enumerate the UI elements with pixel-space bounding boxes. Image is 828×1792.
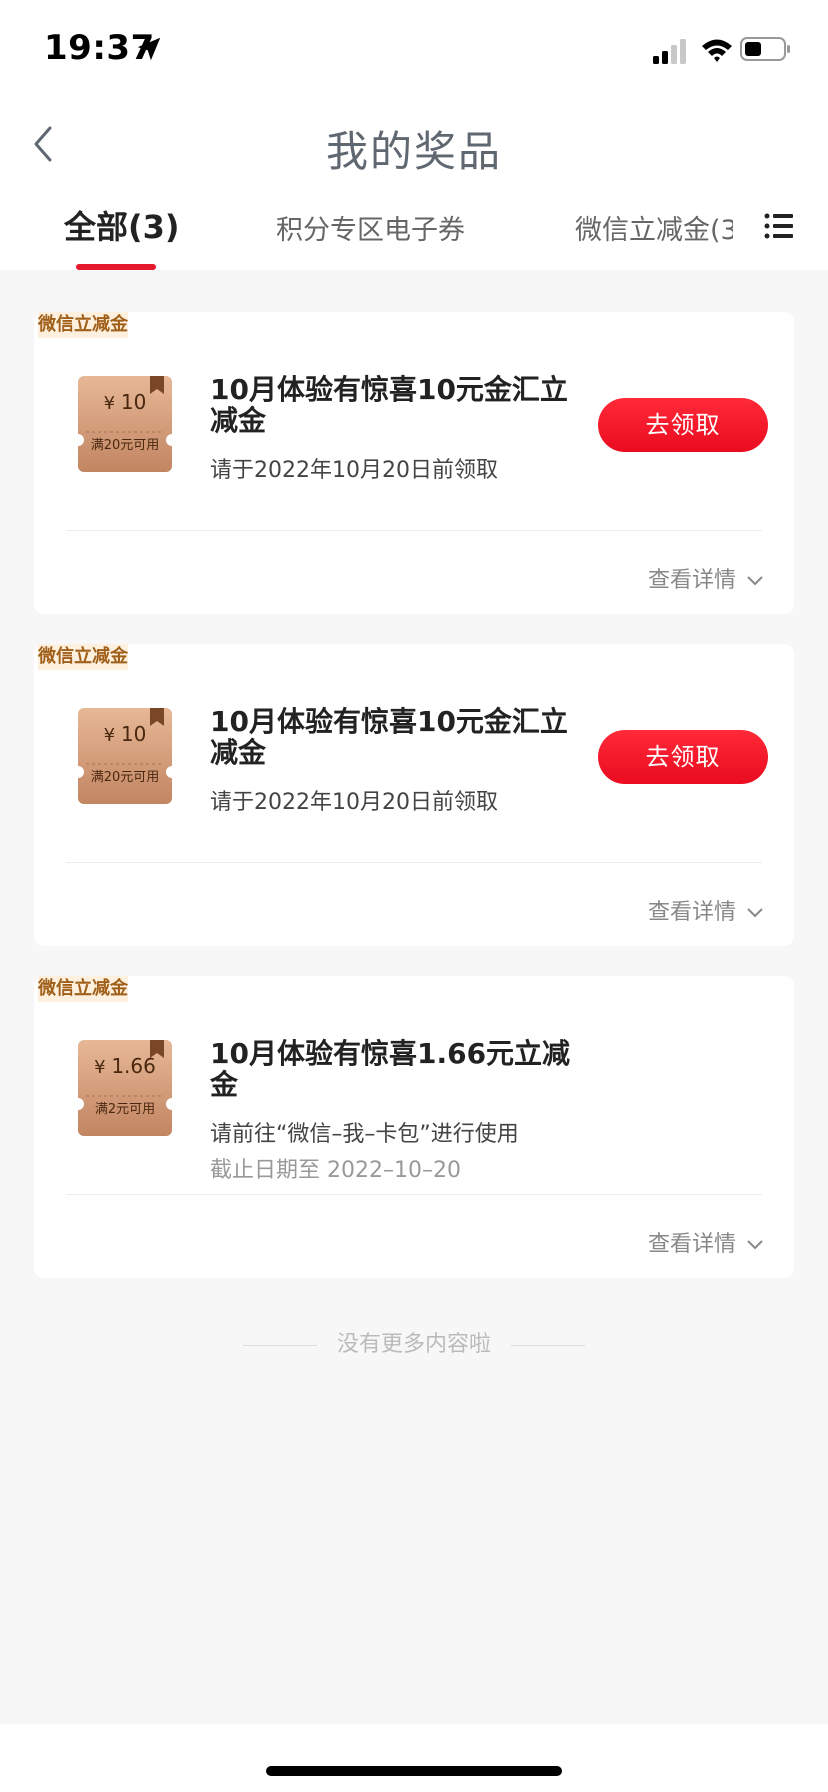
view-details-label: 查看详情	[647, 568, 736, 593]
coupon-condition: 满2元可用	[94, 1102, 156, 1117]
tab-wechat-discount[interactable]: 微信立减金(3)	[575, 208, 733, 247]
prize-expiry-date: 截止日期至 2022–10–20	[210, 1158, 461, 1183]
navigation-bar: 我的奖品 全部(3) 积分专区电子券 微信立减金(3)	[0, 100, 828, 270]
prize-deadline: 请于2022年10月20日前领取	[210, 458, 498, 483]
no-more-content: 没有更多内容啦	[0, 1326, 828, 1358]
prize-card: 微信立减金 ¥ 10 满20元可用 10月体验有惊喜10元金汇立减金 请于202…	[34, 644, 794, 946]
claim-button[interactable]: 去领取	[598, 398, 768, 452]
view-details-label: 查看详情	[647, 900, 736, 925]
divider-left	[242, 1344, 317, 1346]
view-details-link[interactable]: 查看详情	[648, 562, 764, 594]
tab-points-ecoupon[interactable]: 积分专区电子券	[276, 208, 465, 247]
view-details-link[interactable]: 查看详情	[648, 1226, 764, 1258]
coupon-currency: ¥	[103, 393, 116, 414]
page-title: 我的奖品	[325, 127, 502, 176]
coupon-condition: 满20元可用	[90, 438, 160, 453]
no-more-label: 没有更多内容啦	[336, 1332, 491, 1357]
coupon-condition: 满20元可用	[90, 770, 160, 785]
tab-all[interactable]: 全部(3)	[64, 202, 180, 248]
divider-right	[511, 1344, 585, 1346]
view-details-link[interactable]: 查看详情	[648, 894, 764, 926]
coupon-value: 1.66	[111, 1054, 156, 1078]
home-indicator[interactable]	[266, 1766, 562, 1776]
coupon-thumbnail: ¥ 1.66 满2元可用	[78, 1040, 172, 1136]
battery-icon	[740, 37, 790, 61]
coupon-value: 10	[120, 390, 147, 414]
location-arrow-icon	[137, 37, 161, 61]
coupon-amount: ¥ 10	[78, 390, 172, 414]
divider	[66, 530, 762, 531]
coupon-amount: ¥ 1.66	[78, 1054, 172, 1078]
coupon-thumbnail: ¥ 10 满20元可用	[78, 708, 172, 804]
prize-deadline: 请于2022年10月20日前领取	[210, 790, 498, 815]
chevron-down-icon	[747, 576, 763, 586]
coupon-thumbnail: ¥ 10 满20元可用	[78, 376, 172, 472]
wifi-icon	[702, 39, 732, 62]
prize-title: 10月体验有惊喜10元金汇立减金	[210, 373, 568, 437]
chevron-down-icon	[747, 908, 763, 918]
coupon-currency: ¥	[94, 1057, 106, 1078]
bottom-area	[0, 1724, 828, 1792]
prize-type-tag: 微信立减金	[38, 976, 128, 1002]
prize-type-tag: 微信立减金	[38, 644, 128, 670]
coupon-amount: ¥ 10	[78, 722, 172, 746]
status-bar: 19:37	[0, 0, 828, 100]
prize-usage-instructions: 请前往“微信–我–卡包”进行使用	[210, 1122, 519, 1147]
prize-title: 10月体验有惊喜10元金汇立减金	[210, 705, 568, 769]
prize-title: 10月体验有惊喜1.66元立减金	[210, 1037, 571, 1101]
divider	[66, 862, 762, 863]
coupon-currency: ¥	[103, 725, 116, 746]
view-details-label: 查看详情	[647, 1232, 736, 1257]
prize-card: 微信立减金 ¥ 10 满20元可用 10月体验有惊喜10元金汇立减金 请于202…	[34, 312, 794, 614]
coupon-value: 10	[120, 722, 147, 746]
claim-button[interactable]: 去领取	[598, 730, 768, 784]
active-tab-indicator	[76, 264, 156, 270]
list-menu-icon[interactable]	[764, 212, 794, 240]
chevron-down-icon	[747, 1240, 763, 1250]
cellular-signal-icon	[653, 39, 686, 64]
divider	[66, 1194, 762, 1195]
prize-type-tag: 微信立减金	[38, 312, 128, 338]
prize-card: 微信立减金 ¥ 1.66 满2元可用 10月体验有惊喜1.66元立减金 请前往“…	[34, 976, 794, 1278]
